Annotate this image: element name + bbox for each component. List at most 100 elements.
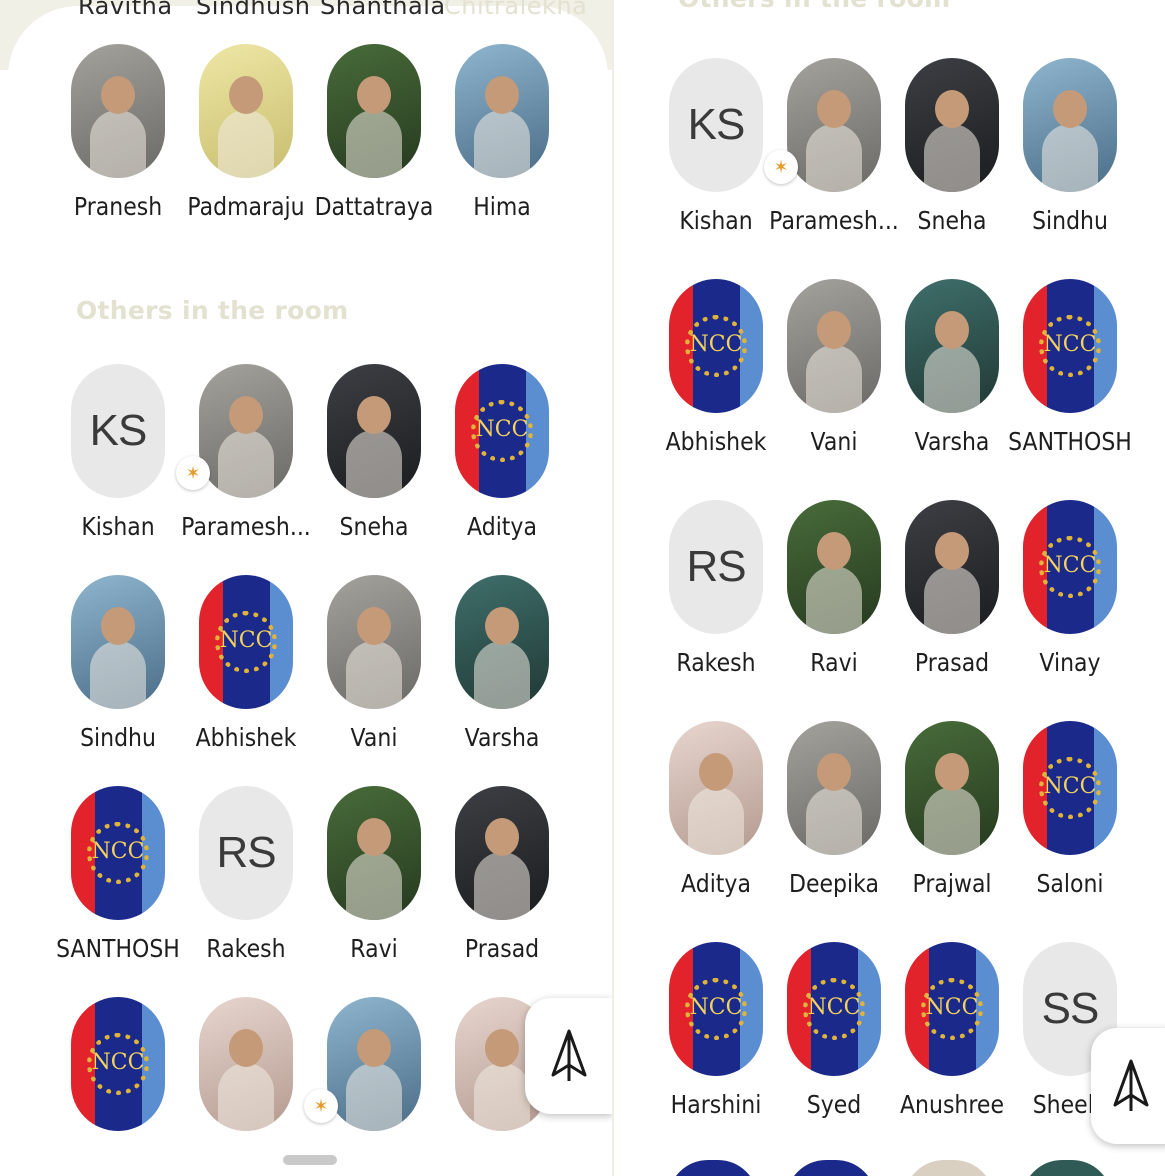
participant-tile[interactable]: Prasad [888, 500, 1016, 710]
avatar-initials[interactable]: RS [669, 500, 763, 634]
participant-tile[interactable]: Pranesh [54, 44, 182, 254]
participant-tile[interactable]: Varsha [438, 575, 566, 785]
avatar-photo[interactable] [787, 58, 881, 192]
avatar-photo[interactable] [905, 500, 999, 634]
participant-tile[interactable]: NCC Aditya [438, 364, 566, 574]
avatar-photo[interactable] [787, 279, 881, 413]
avatar-ncc-logo[interactable]: NCC [669, 942, 763, 1076]
participant-name: Hima [473, 192, 531, 221]
photo-face [101, 607, 135, 645]
avatar-photo[interactable] [1023, 58, 1117, 192]
avatar-ncc-logo[interactable]: NCC [71, 786, 165, 920]
avatar-photo[interactable] [905, 58, 999, 192]
cutoff-name: Ravitha [78, 0, 173, 20]
avatar-photo[interactable] [327, 575, 421, 709]
participant-tile[interactable]: Ravi [310, 786, 438, 996]
avatar-photo[interactable] [787, 500, 881, 634]
avatar-ncc-logo[interactable]: NCC [1023, 279, 1117, 413]
participant-tile[interactable]: Vani [770, 279, 898, 489]
participant-tile[interactable]: Sneha [888, 58, 1016, 268]
avatar-initials-text: RS [216, 828, 276, 877]
send-button[interactable] [525, 998, 612, 1114]
participant-tile[interactable]: Ravi [770, 500, 898, 710]
participant-tile[interactable]: Varsha [888, 279, 1016, 489]
photo-figure [924, 566, 980, 634]
ncc-logo-text: NCC [475, 417, 529, 442]
avatar-photo[interactable] [327, 997, 421, 1131]
avatar-initials[interactable]: RS [199, 786, 293, 920]
participant-tile[interactable]: NCC Abhishek [652, 279, 780, 489]
avatar-peek [668, 1160, 758, 1176]
avatar-ncc-logo[interactable]: NCC [1023, 500, 1117, 634]
cutoff-name: Chitralekha [444, 0, 588, 20]
avatar-photo[interactable] [455, 575, 549, 709]
section-title: Others in the room [76, 296, 349, 325]
avatar-photo[interactable] [199, 997, 293, 1131]
avatar-photo[interactable] [327, 364, 421, 498]
participant-tile[interactable]: NCC SANTHOSH [1006, 279, 1134, 489]
avatar-photo[interactable] [669, 721, 763, 855]
cutoff-name: Shanthala [320, 0, 446, 20]
photo-figure [924, 787, 980, 855]
participant-tile[interactable]: Prajwal [888, 721, 1016, 931]
participant-tile[interactable]: Aditya [652, 721, 780, 931]
participant-tile[interactable]: NCC Vinay [1006, 500, 1134, 710]
avatar-ncc-logo[interactable]: NCC [71, 997, 165, 1131]
avatar-photo[interactable] [455, 44, 549, 178]
ncc-logo-text: NCC [925, 995, 979, 1020]
avatar-initials[interactable]: KS [669, 58, 763, 192]
participant-tile[interactable]: NCC Harshini [652, 942, 780, 1152]
participant-name: Varsha [464, 723, 540, 752]
avatar-photo[interactable] [71, 575, 165, 709]
participant-tile[interactable]: Prasad [438, 786, 566, 996]
participant-tile[interactable]: Deepika [770, 721, 898, 931]
participant-tile[interactable]: NCC Saloni [1006, 721, 1134, 931]
participant-tile[interactable]: Sneha [310, 364, 438, 574]
party-popper-icon: ✶ [176, 456, 210, 490]
participant-tile[interactable]: RS Rakesh [182, 786, 310, 996]
avatar-photo[interactable] [787, 721, 881, 855]
avatar-photo[interactable] [455, 786, 549, 920]
participant-tile[interactable]: ✶ [304, 997, 438, 1176]
participant-tile[interactable]: Vani [310, 575, 438, 785]
avatar-ncc-logo[interactable]: NCC [455, 364, 549, 498]
photo-figure [346, 852, 402, 920]
participant-tile[interactable]: NCC SANTHOSH [54, 786, 182, 996]
avatar-initials-text: KS [89, 406, 148, 455]
sheet-handle[interactable] [283, 1155, 337, 1165]
participant-tile[interactable]: NCC Anushree [888, 942, 1016, 1152]
avatar-ncc-logo[interactable]: NCC [1023, 721, 1117, 855]
participant-tile[interactable]: Dattatraya [310, 44, 438, 254]
avatar-photo[interactable] [905, 721, 999, 855]
participant-tile[interactable]: Hima [438, 44, 566, 254]
participant-tile[interactable]: NCC Syed [770, 942, 898, 1152]
photo-figure [1042, 124, 1098, 192]
send-button[interactable] [1091, 1028, 1165, 1144]
photo-figure [474, 1063, 530, 1131]
participant-tile[interactable]: KS Kishan [54, 364, 182, 574]
avatar-photo[interactable] [905, 279, 999, 413]
avatar-photo[interactable] [199, 44, 293, 178]
avatar-photo[interactable] [327, 786, 421, 920]
participant-tile[interactable]: NCC Abhishek [182, 575, 310, 785]
participant-tile[interactable]: ✶ Paramesh... [176, 364, 311, 574]
participant-tile[interactable]: Sindhu [1006, 58, 1134, 268]
photo-face [935, 532, 969, 570]
avatar-ncc-logo[interactable]: NCC [199, 575, 293, 709]
avatar-photo[interactable] [71, 44, 165, 178]
participant-tile[interactable]: Padmaraju [182, 44, 310, 254]
participant-tile[interactable]: RS Rakesh [652, 500, 780, 710]
avatar-photo[interactable] [327, 44, 421, 178]
avatar-ncc-logo[interactable]: NCC [787, 942, 881, 1076]
avatar-photo[interactable] [199, 364, 293, 498]
ncc-logo-text: NCC [91, 839, 145, 864]
participant-tile[interactable]: ✶ Paramesh... [764, 58, 899, 268]
avatar-ncc-logo[interactable]: NCC [669, 279, 763, 413]
participant-tile[interactable] [182, 997, 310, 1176]
participant-tile[interactable]: NCC [54, 997, 182, 1176]
participant-tile[interactable]: Sindhu [54, 575, 182, 785]
avatar-ncc-logo[interactable]: NCC [905, 942, 999, 1076]
avatar-initials[interactable]: KS [71, 364, 165, 498]
participant-tile[interactable]: KS Kishan [652, 58, 780, 268]
avatar-initials-text: SS [1041, 984, 1100, 1033]
